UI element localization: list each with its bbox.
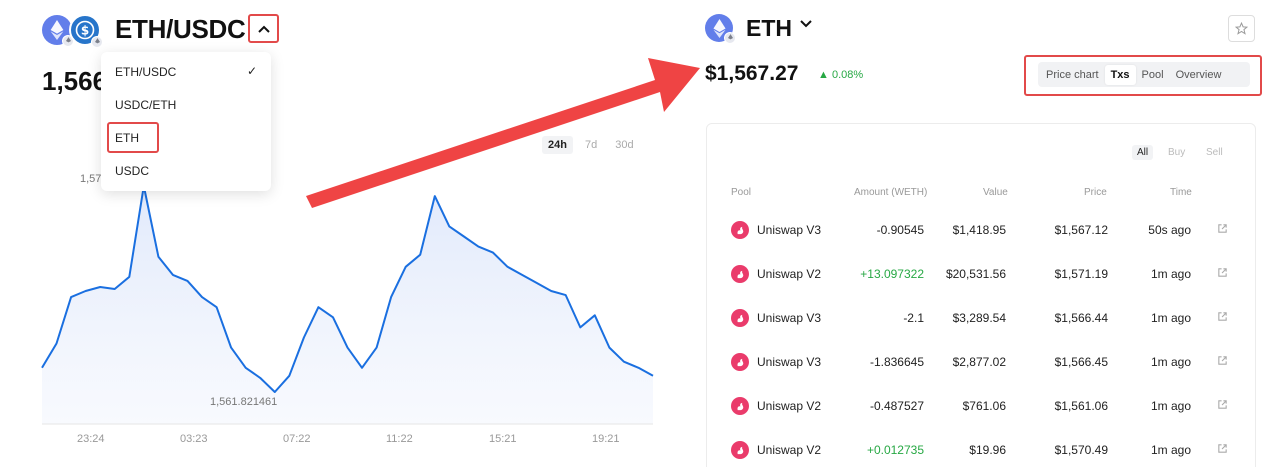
x-tick-label: 15:21 [489,433,517,445]
external-link-icon[interactable] [1217,399,1228,410]
x-tick-label: 23:24 [77,433,105,445]
amount-value: -2.1 [903,311,924,325]
usd-value: $761.06 [962,399,1006,413]
filter-sell[interactable]: Sell [1206,147,1223,158]
table-row[interactable]: Uniswap V2 -0.487527 $761.06 $1,561.06 1m ag… [707,397,1257,441]
tx-time: 1m ago [1150,311,1191,325]
tx-price: $1,567.12 [1054,223,1108,237]
tx-price: $1,561.06 [1054,399,1108,413]
x-tick-label: 19:21 [592,433,620,445]
chart-low-label: 1,561.821461 [210,396,278,408]
tx-time: 1m ago [1150,399,1191,413]
tab-price-chart[interactable]: Price chart [1040,65,1105,85]
star-icon [1235,22,1248,35]
x-tick-label: 07:22 [283,433,311,445]
uniswap-icon [731,353,749,371]
column-header-price: Price [1084,187,1107,198]
external-link-icon[interactable] [1217,355,1228,366]
tx-time: 50s ago [1148,223,1191,237]
tab-pool[interactable]: Pool [1136,65,1170,85]
tx-price: $1,566.44 [1054,311,1108,325]
amount-value: -0.487527 [869,399,924,413]
dropdown-item-eth[interactable]: ETH [115,131,139,145]
usd-value: $2,877.02 [952,355,1006,369]
table-row[interactable]: Uniswap V3 -0.90545 $1,418.95 $1,567.12 50s … [707,221,1257,265]
pool-name: Uniswap V2 [757,399,822,413]
pool-name: Uniswap V3 [757,355,822,369]
right-panel: ETH $1,567.27 ▲ 0.08% Price chart Txs Po… [690,0,1280,467]
left-panel: 1,57 1,561.821461 23:24 03:23 07:22 11:2… [0,0,680,467]
tx-price: $1,566.45 [1054,355,1108,369]
chart-high-label: 1,57 [80,173,102,185]
dropdown-item-usdc-eth[interactable]: USDC/ETH [115,98,176,112]
range-tab-7d[interactable]: 7d [579,136,603,154]
dropdown-item-usdc[interactable]: USDC [115,164,149,178]
pair-selector-toggle[interactable] [248,14,279,43]
chain-badge-icon [724,32,736,44]
uniswap-icon [731,265,749,283]
external-link-icon[interactable] [1217,311,1228,322]
amount-value: +13.097322 [860,267,924,281]
price-change: ▲ 0.08% [818,69,863,81]
pair-logos: $ [42,14,104,48]
uniswap-icon [731,221,749,239]
amount-value: +0.012735 [866,443,924,457]
token-price: $1,567.27 [705,62,799,85]
external-link-icon[interactable] [1217,443,1228,454]
pair-price: 1,566 [42,66,102,96]
uniswap-icon [731,397,749,415]
tx-time: 1m ago [1150,267,1191,281]
range-tab-30d[interactable]: 30d [609,136,639,154]
usd-value: $20,531.56 [945,267,1006,281]
filter-all[interactable]: All [1132,145,1154,160]
uniswap-icon [731,309,749,327]
pool-name: Uniswap V2 [757,267,822,281]
token-title[interactable]: ETH [746,15,792,42]
amount-value: -1.836645 [869,355,924,369]
check-icon: ✓ [246,64,257,78]
external-link-icon[interactable] [1217,223,1228,234]
pair-title[interactable]: ETH/USDC [115,14,246,45]
usd-value: $3,289.54 [952,311,1006,325]
favorite-button[interactable] [1228,15,1255,42]
time-range-tabs: 24h 7d 30d [542,136,640,154]
table-row[interactable]: Uniswap V3 -1.836645 $2,877.02 $1,566.45 1m … [707,353,1257,397]
tx-price: $1,571.19 [1054,267,1108,281]
usd-value: $19.96 [969,443,1006,457]
tx-time: 1m ago [1150,443,1191,457]
range-tab-24h[interactable]: 24h [542,136,573,154]
chain-badge-icon [91,36,103,48]
table-row[interactable]: Uniswap V2 +13.097322 $20,531.56 $1,571.19 1… [707,265,1257,309]
tx-time: 1m ago [1150,355,1191,369]
pool-name: Uniswap V3 [757,223,822,237]
chevron-up-icon [257,25,270,33]
table-row[interactable]: Uniswap V2 +0.012735 $19.96 $1,570.49 1m ago [707,441,1257,467]
tab-txs[interactable]: Txs [1104,64,1136,85]
column-header-amount: Amount (WETH) [854,187,928,198]
external-link-icon[interactable] [1217,267,1228,278]
price-change-value: 0.08% [831,69,864,81]
triangle-up-icon: ▲ [818,69,829,81]
dropdown-item-eth-usdc[interactable]: ETH/USDC [115,65,176,79]
transactions-card: All Buy Sell Pool Amount (WETH) Value Pr… [706,123,1256,467]
uniswap-icon [731,441,749,459]
pool-name: Uniswap V3 [757,311,822,325]
column-header-time: Time [1170,187,1192,198]
table-row[interactable]: Uniswap V3 -2.1 $3,289.54 $1,566.44 1m ago [707,309,1257,353]
amount-value: -0.90545 [876,223,924,237]
column-header-pool: Pool [731,187,752,198]
view-tabs: Price chart Txs Pool Overview [1038,62,1250,87]
chart-area-fill [42,186,653,424]
tab-overview[interactable]: Overview [1170,65,1228,85]
column-header-value: Value [983,187,1008,198]
pair-dropdown-menu: ETH/USDC ✓ USDC/ETH ETH USDC [101,52,271,191]
svg-text:$: $ [81,24,89,38]
tx-price: $1,570.49 [1054,443,1108,457]
pool-name: Uniswap V2 [757,443,822,457]
x-tick-label: 03:23 [180,433,208,445]
filter-buy[interactable]: Buy [1168,147,1185,158]
chevron-down-icon[interactable] [800,20,812,28]
x-tick-label: 11:22 [386,433,413,445]
usd-value: $1,418.95 [952,223,1006,237]
